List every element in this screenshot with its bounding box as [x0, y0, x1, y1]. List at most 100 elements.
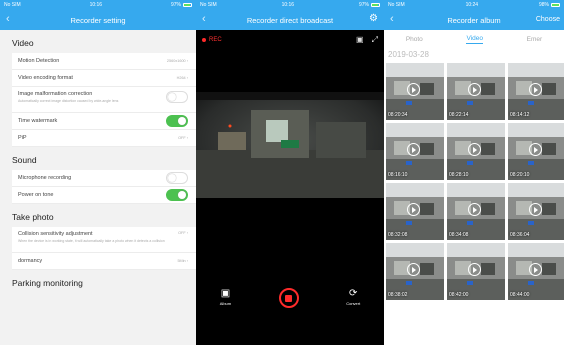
- play-icon: [468, 203, 481, 216]
- row-value: 2560x1600: [166, 59, 186, 63]
- clock: 10:16: [281, 2, 295, 8]
- chevron-right-icon: ›: [186, 136, 188, 140]
- back-icon[interactable]: ‹: [390, 13, 394, 25]
- pip-row[interactable]: PiP OFF ›: [12, 130, 196, 147]
- section-sound: Sound: [12, 155, 37, 165]
- battery-percent: 97%: [358, 2, 369, 8]
- settings-header: No SIM 10:16 97% ‹ Recorder setting: [0, 0, 196, 30]
- video-thumbnail[interactable]: 08:28:10: [447, 123, 505, 180]
- video-thumbnail[interactable]: 08:32:08: [386, 183, 444, 240]
- clock: 10:24: [465, 2, 479, 8]
- encoding-row[interactable]: Video encoding format H264 ›: [12, 70, 196, 87]
- play-icon: [468, 83, 481, 96]
- video-thumbnail[interactable]: 08:16:10: [386, 123, 444, 180]
- back-icon[interactable]: ‹: [6, 13, 10, 25]
- album-button[interactable]: ▣ Album: [220, 288, 231, 306]
- page-title: Recorder direct broadcast: [246, 15, 334, 25]
- thumbnail-time: 08:20:10: [510, 172, 530, 178]
- refresh-icon: ⟳: [349, 288, 358, 299]
- video-thumbnail[interactable]: 08:44:00: [508, 243, 564, 300]
- thumbnail-time: 08:16:10: [388, 172, 408, 178]
- thumbnail-time: 08:20:34: [388, 112, 408, 118]
- thumbnail-time: 08:38:02: [388, 292, 408, 298]
- page-title: Recorder setting: [70, 15, 126, 25]
- live-controls: ▣ Album ⟳ Convert: [196, 288, 384, 308]
- back-icon[interactable]: ‹: [202, 13, 206, 25]
- album-tabs: Photo Video Emer: [384, 30, 564, 48]
- section-parking: Parking monitoring: [12, 278, 83, 288]
- watermark-toggle[interactable]: [166, 115, 188, 127]
- status-bar: No SIM 10:24 98%: [384, 0, 564, 10]
- album-screen: No SIM 10:24 98% ‹ Recorder album Choose…: [384, 0, 564, 345]
- video-thumbnail[interactable]: 08:20:34: [386, 63, 444, 120]
- play-icon: [529, 263, 542, 276]
- play-icon: [529, 203, 542, 216]
- video-thumbnail[interactable]: 08:14:12: [508, 63, 564, 120]
- microphone-row: Microphone recording: [12, 170, 196, 187]
- play-icon: [468, 263, 481, 276]
- video-thumbnail[interactable]: 08:38:02: [386, 243, 444, 300]
- thumbnail-time: 08:34:08: [449, 232, 469, 238]
- status-bar: No SIM 10:16 97%: [196, 0, 384, 10]
- video-thumbnail[interactable]: 08:34:08: [447, 183, 505, 240]
- fullscreen-icon[interactable]: ⤢: [372, 35, 378, 45]
- thumbnail-time: 08:28:10: [449, 172, 469, 178]
- tab-emergency[interactable]: Emer: [527, 36, 543, 43]
- convert-button[interactable]: ⟳ Convert: [346, 288, 360, 306]
- malformation-row: Image malformation correction Automatica…: [12, 87, 196, 113]
- video-thumbnail[interactable]: 08:20:10: [508, 123, 564, 180]
- album-icon: ▣: [220, 288, 231, 299]
- power-tone-row: Power on tone: [12, 187, 196, 204]
- record-button[interactable]: [278, 288, 299, 308]
- carrier-label: No SIM: [388, 2, 405, 8]
- row-value: OFF: [178, 136, 186, 140]
- row-description: Automatically correct image distortion c…: [18, 99, 119, 103]
- rec-dot-icon: [202, 38, 206, 42]
- thumbnail-time: 08:14:12: [510, 112, 530, 118]
- nav-bar: ‹ Recorder direct broadcast ⚙: [196, 10, 384, 30]
- album-header: No SIM 10:24 98% ‹ Recorder album Choose: [384, 0, 564, 30]
- play-icon: [529, 143, 542, 156]
- choose-button[interactable]: Choose: [536, 16, 560, 23]
- microphone-toggle[interactable]: [166, 172, 188, 184]
- row-label: Power on tone: [18, 192, 54, 198]
- power-tone-toggle[interactable]: [166, 189, 188, 201]
- battery-percent: 98%: [538, 2, 549, 8]
- section-video: Video: [12, 38, 34, 48]
- row-label: PiP: [18, 135, 27, 141]
- video-thumbnail[interactable]: 08:36:04: [508, 183, 564, 240]
- malformation-toggle[interactable]: [166, 91, 188, 103]
- broadcast-header: No SIM 10:16 97% ‹ Recorder direct broad…: [196, 0, 384, 30]
- live-toolbar: REC ▣ ⤢: [196, 30, 384, 50]
- row-label: Motion Detection: [18, 58, 60, 64]
- date-header: 2019-03-28: [388, 50, 429, 59]
- tab-photo[interactable]: Photo: [406, 36, 423, 43]
- thumbnail-time: 08:22:14: [449, 112, 469, 118]
- motion-detection-row[interactable]: Motion Detection 2560x1600 ›: [12, 53, 196, 70]
- play-icon: [468, 143, 481, 156]
- battery-icon: [551, 3, 560, 7]
- camera-frame-image: [196, 92, 384, 198]
- row-label: Microphone recording: [18, 175, 72, 181]
- battery-percent: 97%: [170, 2, 181, 8]
- video-thumbnail[interactable]: 08:42:00: [447, 243, 505, 300]
- thumbnail-time: 08:32:08: [388, 232, 408, 238]
- collision-row[interactable]: Collision sensitivity adjustment When th…: [12, 227, 196, 253]
- play-icon: [407, 83, 420, 96]
- gear-icon[interactable]: ⚙: [369, 13, 378, 24]
- chevron-right-icon: ›: [186, 76, 188, 80]
- snapshot-icon[interactable]: ▣: [356, 35, 364, 45]
- row-label: Collision sensitivity adjustment: [18, 231, 93, 237]
- row-value: H264: [176, 76, 186, 80]
- status-bar: No SIM 10:16 97%: [0, 0, 196, 10]
- battery-icon: [371, 3, 380, 7]
- row-label: Video encoding format: [18, 75, 73, 81]
- section-photo: Take photo: [12, 212, 54, 222]
- video-thumbnail[interactable]: 08:22:14: [447, 63, 505, 120]
- tab-video[interactable]: Video: [466, 35, 483, 44]
- chevron-right-icon: ›: [186, 231, 188, 235]
- broadcast-screen: No SIM 10:16 97% ‹ Recorder direct broad…: [196, 0, 384, 345]
- dormancy-row[interactable]: dormancy 5Min ›: [12, 253, 196, 270]
- record-icon: [278, 288, 299, 308]
- nav-bar: ‹ Recorder album Choose: [384, 10, 564, 30]
